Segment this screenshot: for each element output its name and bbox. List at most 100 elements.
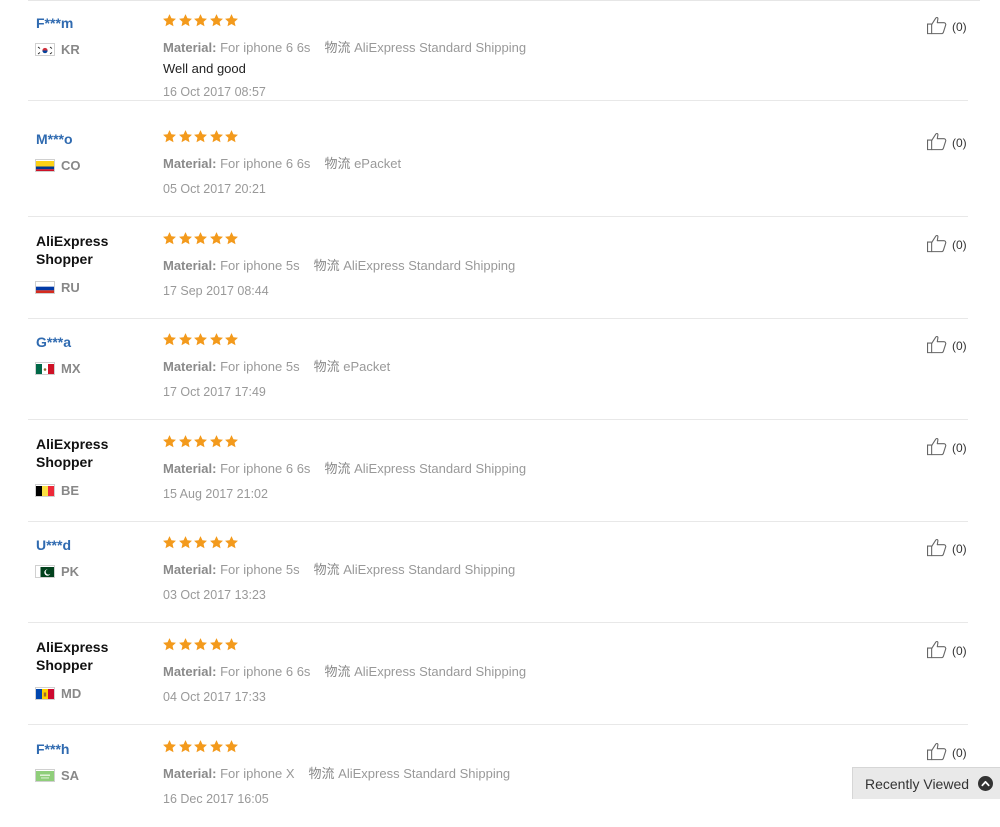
star-icon bbox=[209, 535, 224, 550]
useful-count: (0) bbox=[952, 440, 967, 455]
star-rating bbox=[162, 434, 240, 452]
star-icon bbox=[162, 13, 177, 28]
buyer-country: MX bbox=[35, 360, 81, 376]
useful-button[interactable]: (0) bbox=[926, 15, 967, 38]
country-code: CO bbox=[61, 157, 81, 173]
material-label: Material: bbox=[163, 40, 217, 55]
feedback-list: F***m KR Material: For iphone 6 6s 物流 AliEx… bbox=[0, 0, 1000, 806]
review-date: 05 Oct 2017 20:21 bbox=[163, 182, 266, 196]
star-icon bbox=[224, 332, 239, 347]
country-code: PK bbox=[61, 563, 80, 579]
useful-count: (0) bbox=[952, 237, 967, 252]
material-label: Material: bbox=[163, 766, 217, 781]
country-code: MD bbox=[61, 685, 82, 701]
country-flag-icon bbox=[35, 686, 55, 700]
star-icon bbox=[162, 231, 177, 246]
material-label: Material: bbox=[163, 664, 217, 679]
buyer-name: AliExpress Shopper bbox=[36, 639, 109, 673]
country-code: RU bbox=[61, 279, 80, 295]
star-rating bbox=[162, 231, 240, 249]
material-label: Material: bbox=[163, 562, 217, 577]
star-icon bbox=[193, 637, 208, 652]
star-icon bbox=[162, 434, 177, 449]
review-item: AliExpress Shopper BE Material: For iphone… bbox=[0, 421, 1000, 522]
country-flag-icon bbox=[35, 564, 55, 578]
order-info: Material: For iphone 6 6s 物流 ePacket bbox=[163, 153, 401, 172]
star-icon bbox=[162, 332, 177, 347]
star-rating bbox=[162, 739, 240, 757]
review-date: 17 Sep 2017 08:44 bbox=[163, 284, 269, 298]
star-rating bbox=[162, 13, 240, 31]
country-flag-icon bbox=[35, 361, 55, 375]
buyer-name[interactable]: G***a bbox=[36, 333, 146, 351]
shipping-label: 物流 bbox=[308, 766, 335, 781]
row-divider bbox=[28, 419, 968, 420]
buyer-name[interactable]: F***m bbox=[36, 14, 146, 32]
star-icon bbox=[193, 434, 208, 449]
shipping-label: 物流 bbox=[324, 156, 351, 171]
shipping-value: AliExpress Standard Shipping bbox=[354, 461, 527, 476]
country-code: MX bbox=[61, 360, 81, 376]
buyer-name[interactable]: M***o bbox=[36, 130, 146, 148]
star-icon bbox=[209, 231, 224, 246]
country-flag-icon bbox=[35, 280, 55, 294]
country-code: KR bbox=[61, 41, 80, 57]
shipping-value: AliExpress Standard Shipping bbox=[354, 40, 527, 55]
star-icon bbox=[209, 739, 224, 754]
thumbs-up-icon bbox=[926, 334, 952, 357]
useful-button[interactable]: (0) bbox=[926, 436, 967, 459]
order-info: Material: For iphone X 物流 AliExpress Stan… bbox=[163, 763, 510, 782]
buyer-country: KR bbox=[35, 41, 80, 57]
review-item: F***h SA Material: For iphone X 物流 AliExpre… bbox=[0, 726, 1000, 827]
feedback-text: Well and good bbox=[163, 61, 246, 76]
order-info: Material: For iphone 6 6s 物流 AliExpress S… bbox=[163, 458, 526, 477]
review-date: 16 Dec 2017 16:05 bbox=[163, 792, 269, 806]
shipping-label: 物流 bbox=[313, 562, 340, 577]
country-flag-icon bbox=[35, 158, 55, 172]
shipping-label: 物流 bbox=[324, 461, 351, 476]
thumbs-up-icon bbox=[926, 537, 952, 560]
useful-button[interactable]: (0) bbox=[926, 741, 967, 764]
shipping-value: AliExpress Standard Shipping bbox=[354, 664, 527, 679]
star-icon bbox=[209, 434, 224, 449]
material-label: Material: bbox=[163, 461, 217, 476]
star-icon bbox=[193, 332, 208, 347]
chevron-up-icon bbox=[978, 776, 994, 791]
recently-viewed-button[interactable]: Recently Viewed bbox=[852, 767, 1000, 799]
useful-button[interactable]: (0) bbox=[926, 233, 967, 256]
review-item: AliExpress Shopper RU Material: For iphone… bbox=[0, 218, 1000, 319]
material-value: For iphone 6 6s bbox=[220, 156, 311, 171]
review-date: 03 Oct 2017 13:23 bbox=[163, 588, 266, 602]
star-icon bbox=[224, 535, 239, 550]
star-rating bbox=[162, 129, 240, 147]
review-date: 04 Oct 2017 17:33 bbox=[163, 690, 266, 704]
useful-button[interactable]: (0) bbox=[926, 639, 967, 662]
shipping-label: 物流 bbox=[324, 40, 351, 55]
shipping-value: ePacket bbox=[354, 156, 402, 171]
review-date: 17 Oct 2017 17:49 bbox=[163, 385, 266, 399]
shipping-value: AliExpress Standard Shipping bbox=[338, 766, 511, 781]
shipping-label: 物流 bbox=[313, 258, 340, 273]
star-icon bbox=[178, 129, 193, 144]
country-code: BE bbox=[61, 482, 80, 498]
shipping-label: 物流 bbox=[324, 664, 351, 679]
row-divider bbox=[28, 724, 968, 725]
material-value: For iphone 5s bbox=[220, 258, 300, 273]
star-icon bbox=[224, 129, 239, 144]
buyer-name[interactable]: U***d bbox=[36, 536, 146, 554]
row-divider bbox=[28, 100, 968, 101]
star-icon bbox=[178, 434, 193, 449]
material-value: For iphone 5s bbox=[220, 562, 300, 577]
material-value: For iphone X bbox=[220, 766, 295, 781]
useful-button[interactable]: (0) bbox=[926, 334, 967, 357]
useful-button[interactable]: (0) bbox=[926, 131, 967, 154]
buyer-name[interactable]: F***h bbox=[36, 740, 146, 758]
useful-button[interactable]: (0) bbox=[926, 537, 967, 560]
useful-count: (0) bbox=[952, 19, 967, 34]
review-item: M***o CO Material: For iphone 6 6s 物流 ePack… bbox=[0, 116, 1000, 217]
thumbs-up-icon bbox=[926, 15, 952, 38]
star-icon bbox=[209, 129, 224, 144]
order-info: Material: For iphone 5s 物流 ePacket bbox=[163, 356, 390, 375]
buyer-country: BE bbox=[35, 482, 79, 498]
star-icon bbox=[178, 332, 193, 347]
